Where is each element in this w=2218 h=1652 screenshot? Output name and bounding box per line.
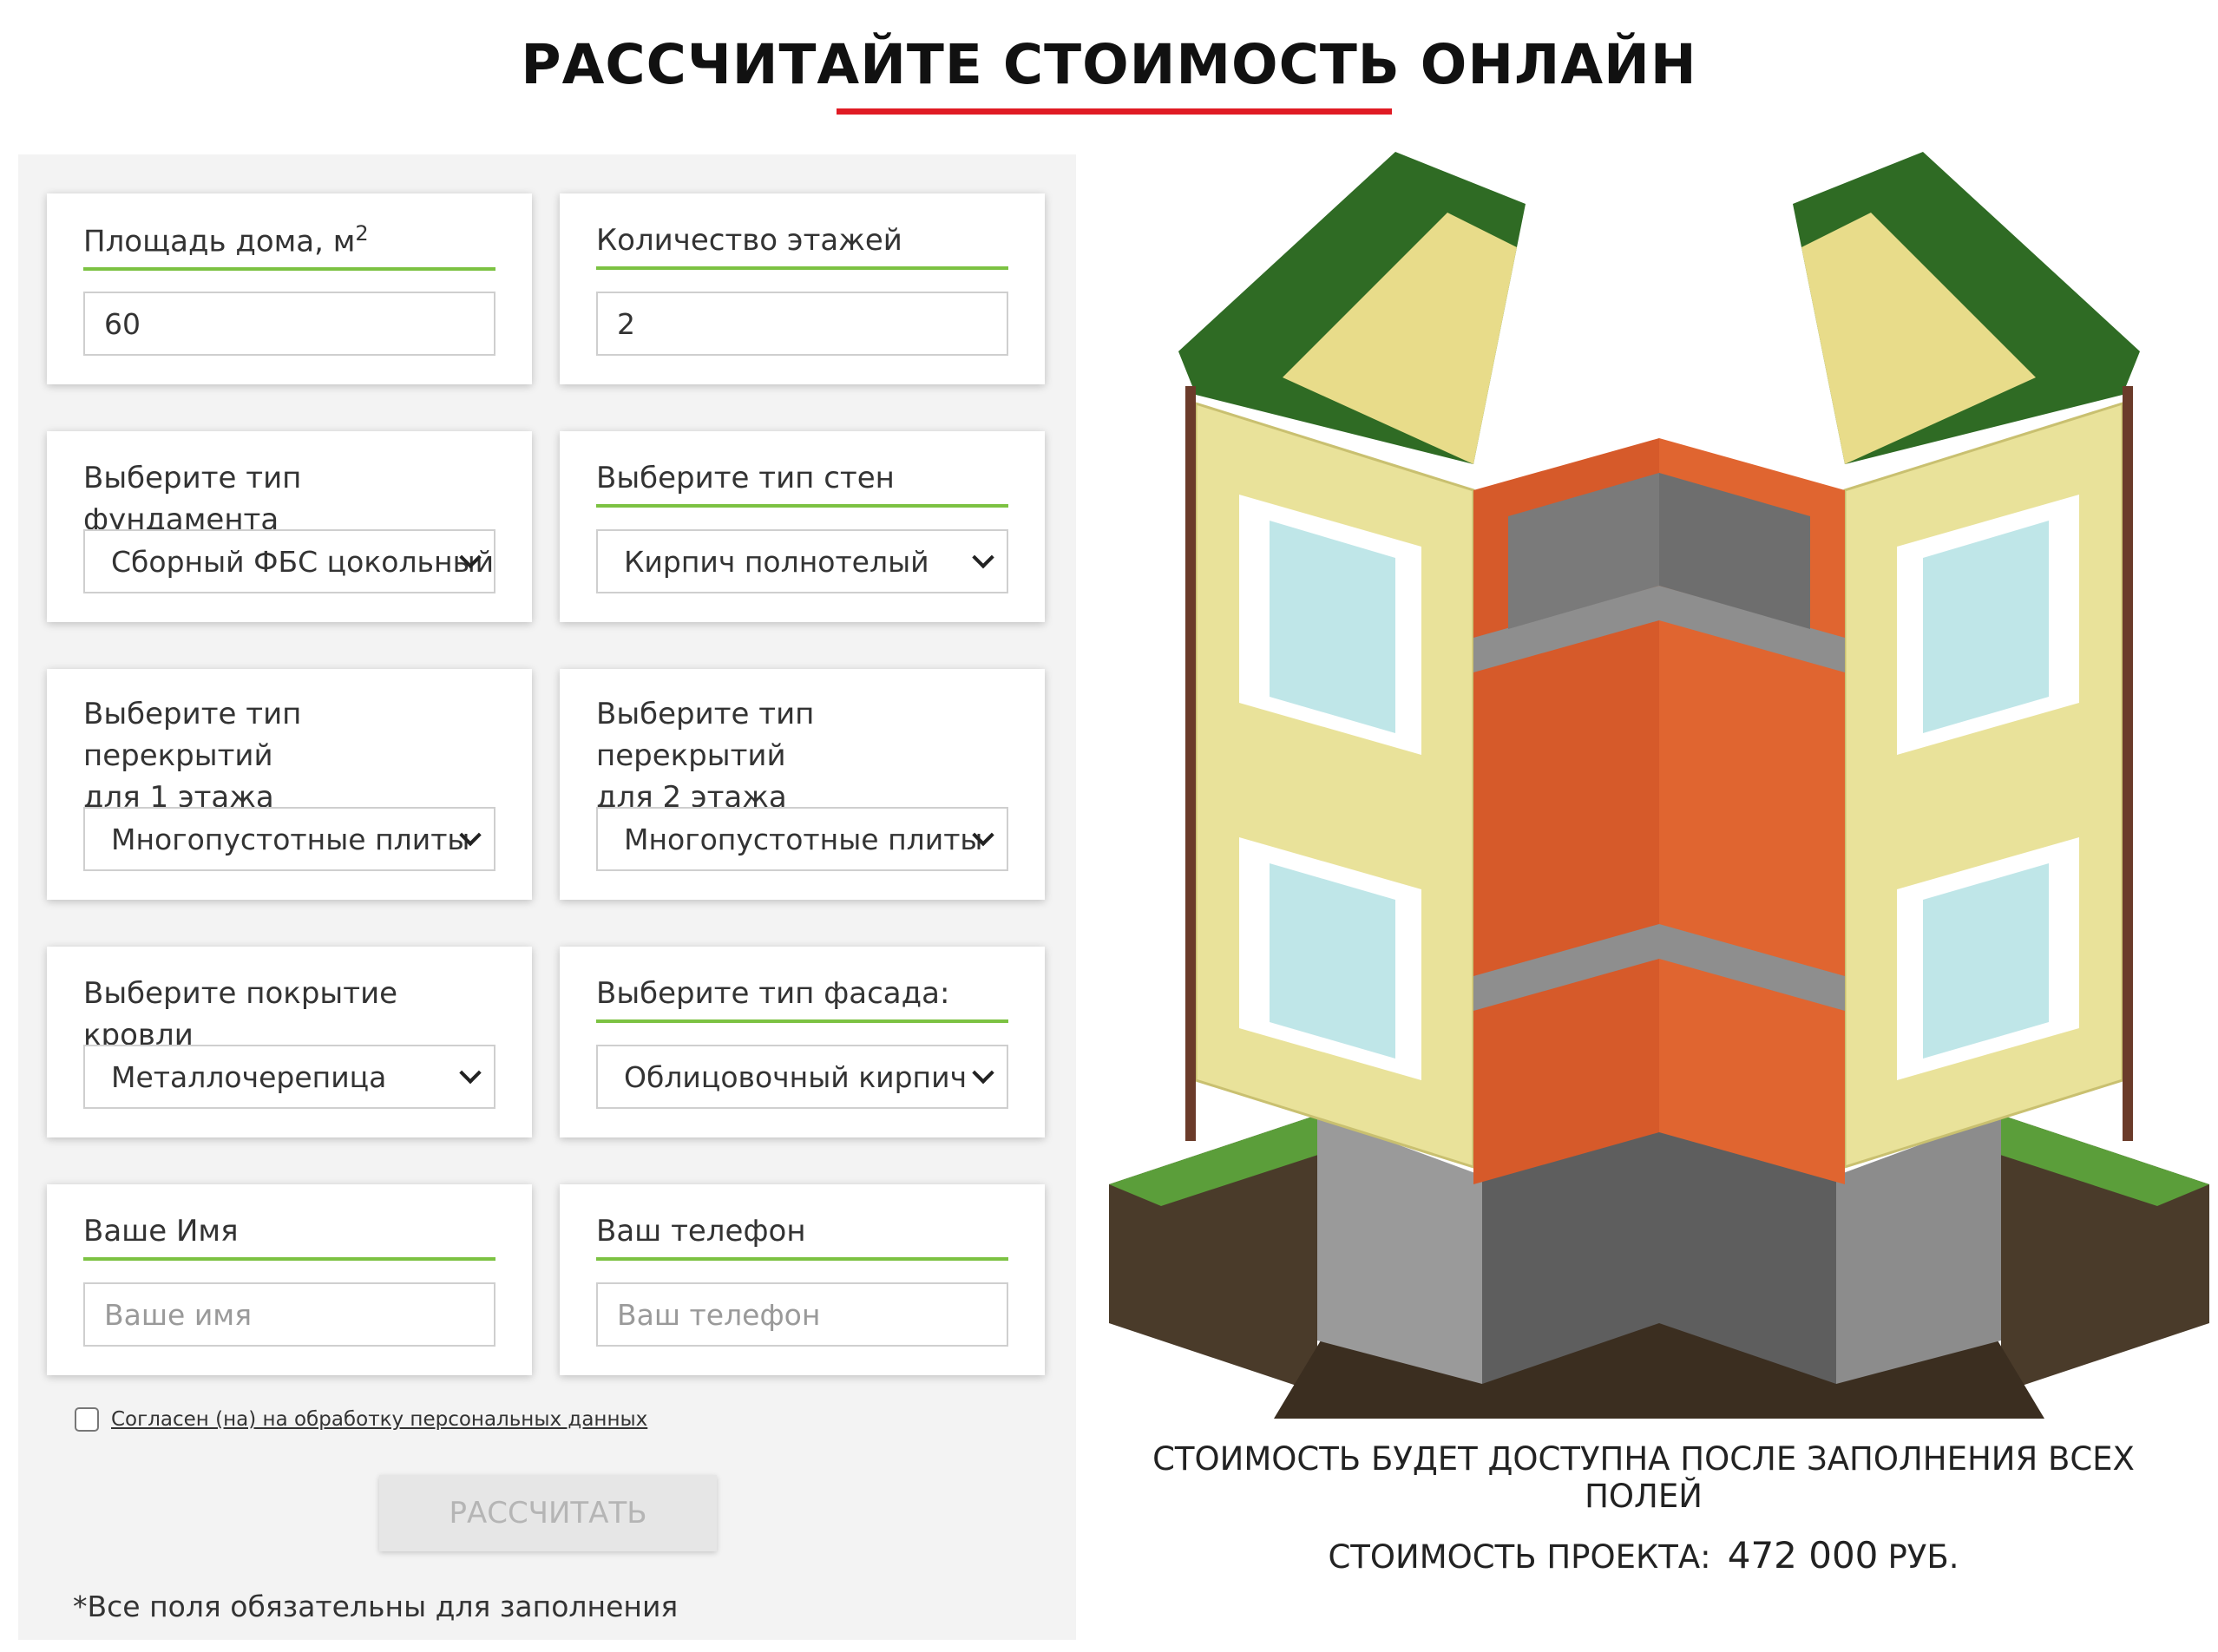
- facade-select[interactable]: Облицовочный кирпич: [596, 1045, 1008, 1109]
- facade-selected: Облицовочный кирпич: [624, 1059, 968, 1094]
- walls-selected: Кирпич полнотелый: [624, 544, 929, 579]
- walls-card: Выберите тип стен Кирпич полнотелый: [560, 431, 1045, 622]
- title-underline: [837, 108, 1392, 115]
- area-label-sup: 2: [355, 221, 369, 246]
- price-value: 472 000: [1727, 1534, 1879, 1577]
- area-input[interactable]: 60: [83, 292, 495, 356]
- page-title: РАССЧИТАЙТЕ СТОИМОСТЬ ОНЛАЙН: [521, 33, 1697, 96]
- area-label-text: Площадь дома, м: [83, 224, 356, 259]
- name-input[interactable]: Ваше имя: [83, 1282, 495, 1347]
- project-price: СТОИМОСТЬ ПРОЕКТА: 472 000 РУБ.: [1095, 1534, 2192, 1577]
- facade-card: Выберите тип фасада: Облицовочный кирпич: [560, 947, 1045, 1137]
- phone-card: Ваш телефон Ваш телефон: [560, 1184, 1045, 1375]
- name-placeholder: Ваше имя: [104, 1297, 253, 1332]
- name-label: Ваше Имя: [83, 1210, 495, 1261]
- floor2-slab-label-line1: Выберите тип перекрытий: [596, 697, 815, 773]
- price-availability-note: СТОИМОСТЬ БУДЕТ ДОСТУПНА ПОСЛЕ ЗАПОЛНЕНИ…: [1152, 1440, 2135, 1515]
- area-card: Площадь дома, м2 60: [47, 193, 532, 384]
- roof-select[interactable]: Металлочерепица: [83, 1045, 495, 1109]
- floor2-slab-select[interactable]: Многопустотные плиты: [596, 807, 1008, 871]
- required-note: *Все поля обязательны для заполнения: [73, 1590, 679, 1623]
- consent-row: Согласен (на) на обработку персональных …: [75, 1407, 647, 1432]
- floor1-slab-card: Выберите тип перекрытий для 1 этажа Мног…: [47, 669, 532, 900]
- roof-card: Выберите покрытие кровли Металлочерепица: [47, 947, 532, 1137]
- phone-label: Ваш телефон: [596, 1210, 1008, 1261]
- walls-select[interactable]: Кирпич полнотелый: [596, 529, 1008, 593]
- floor2-slab-selected: Многопустотные плиты: [624, 822, 983, 856]
- foundation-selected: Сборный ФБС цокольный: [111, 544, 495, 579]
- floors-label: Количество этажей: [596, 220, 1008, 270]
- area-label: Площадь дома, м2: [83, 213, 495, 272]
- house-cutaway-illustration: [1109, 152, 2209, 1419]
- name-card: Ваше Имя Ваше имя: [47, 1184, 532, 1375]
- floor2-slab-card: Выберите тип перекрытий для 2 этажа Мног…: [560, 669, 1045, 900]
- calculate-button[interactable]: РАССЧИТАТЬ: [379, 1475, 717, 1551]
- phone-placeholder: Ваш телефон: [617, 1297, 821, 1332]
- floors-value: 2: [617, 306, 635, 341]
- phone-input[interactable]: Ваш телефон: [596, 1282, 1008, 1347]
- facade-label: Выберите тип фасада:: [596, 973, 1008, 1023]
- floors-card: Количество этажей 2: [560, 193, 1045, 384]
- floor1-slab-selected: Многопустотные плиты: [111, 822, 470, 856]
- chevron-down-icon: [459, 1061, 482, 1085]
- consent-link[interactable]: Согласен (на) на обработку персональных …: [111, 1408, 647, 1431]
- roof-selected: Металлочерепица: [111, 1059, 387, 1094]
- foundation-select[interactable]: Сборный ФБС цокольный: [83, 529, 495, 593]
- area-value: 60: [104, 306, 141, 341]
- walls-label: Выберите тип стен: [596, 457, 1008, 508]
- floor1-slab-label-line1: Выберите тип перекрытий: [83, 697, 302, 773]
- consent-checkbox[interactable]: [75, 1407, 99, 1432]
- floors-input[interactable]: 2: [596, 292, 1008, 356]
- price-label: СТОИМОСТЬ ПРОЕКТА:: [1328, 1538, 1711, 1576]
- foundation-card: Выберите тип фундамента Сборный ФБС цоко…: [47, 431, 532, 622]
- price-unit: РУБ.: [1887, 1538, 1959, 1576]
- floor1-slab-select[interactable]: Многопустотные плиты: [83, 807, 495, 871]
- chevron-down-icon: [972, 1061, 994, 1085]
- chevron-down-icon: [972, 546, 994, 569]
